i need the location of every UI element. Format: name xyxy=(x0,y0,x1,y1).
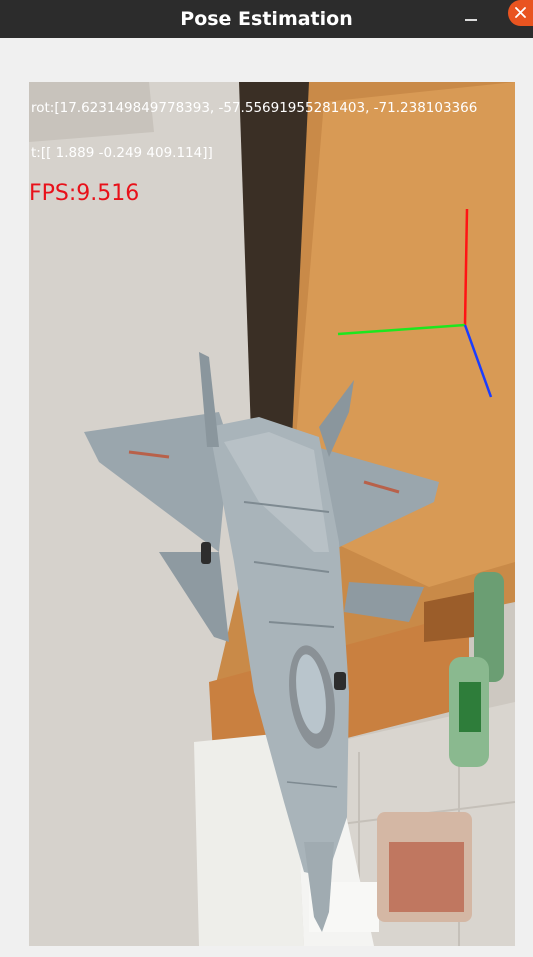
camera-scene xyxy=(29,82,515,946)
close-button[interactable] xyxy=(508,0,533,26)
rotation-readout: rot:[17.623149849778393, -57.55691955281… xyxy=(31,100,478,116)
window-title: Pose Estimation xyxy=(180,8,353,30)
translation-readout: t:[[ 1.889 -0.249 409.114]] xyxy=(31,145,213,161)
minimize-button[interactable] xyxy=(462,10,480,28)
fps-readout: FPS:9.516 xyxy=(29,181,140,206)
title-bar: Pose Estimation xyxy=(0,0,533,38)
camera-frame: rot:[17.623149849778393, -57.55691955281… xyxy=(29,82,515,946)
close-icon xyxy=(515,7,526,18)
